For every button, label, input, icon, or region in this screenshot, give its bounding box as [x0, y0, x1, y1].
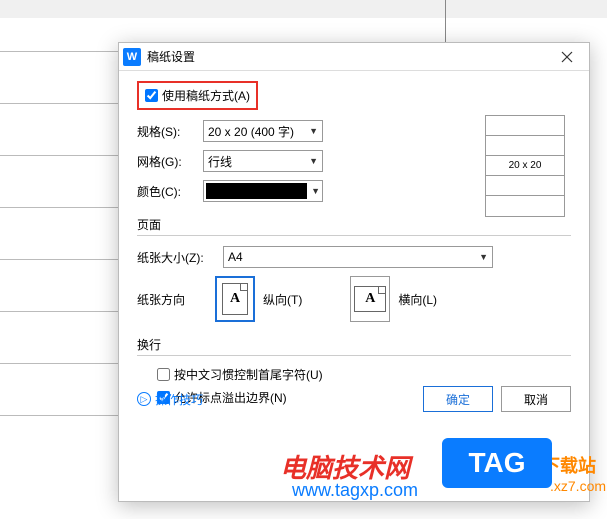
grid-select[interactable]: 行线 ▼	[203, 150, 323, 172]
tips-link[interactable]: ▷ 操作技巧	[137, 391, 203, 408]
chevron-down-icon: ▼	[311, 186, 320, 196]
grid-preview: 20 x 20	[485, 115, 565, 217]
orientation-label: 纸张方向	[137, 291, 197, 308]
wrap-cjk-input[interactable]	[157, 368, 170, 381]
grid-label: 网格(G):	[137, 153, 197, 170]
tag-badge: TAG	[442, 438, 552, 488]
paper-size-label: 纸张大小(Z):	[137, 249, 217, 266]
chevron-down-icon: ▼	[309, 156, 318, 166]
spec-select[interactable]: 20 x 20 (400 字) ▼	[203, 120, 323, 142]
grid-value: 行线	[208, 153, 232, 170]
landscape-option[interactable]: A	[350, 276, 390, 322]
portrait-option[interactable]: A	[215, 276, 255, 322]
ok-button[interactable]: 确定	[423, 386, 493, 412]
close-button[interactable]	[549, 44, 585, 70]
use-grid-paper-input[interactable]	[145, 89, 158, 102]
spec-value: 20 x 20 (400 字)	[208, 123, 294, 140]
grid-paper-settings-dialog: W 稿纸设置 使用稿纸方式(A) 规格(S): 20 x 20 (400 字) …	[118, 42, 590, 502]
paper-size-value: A4	[228, 250, 243, 264]
highlight-annotation: 使用稿纸方式(A)	[137, 81, 258, 110]
wrap-section-title: 换行	[137, 336, 571, 353]
color-select[interactable]: ▼	[203, 180, 323, 202]
cancel-button[interactable]: 取消	[501, 386, 571, 412]
use-grid-paper-label: 使用稿纸方式(A)	[162, 87, 250, 104]
preview-text: 20 x 20	[486, 156, 564, 176]
use-grid-paper-checkbox[interactable]: 使用稿纸方式(A)	[145, 87, 250, 104]
play-icon: ▷	[137, 392, 151, 406]
titlebar: W 稿纸设置	[119, 43, 589, 71]
chevron-down-icon: ▼	[479, 252, 488, 262]
dialog-title: 稿纸设置	[147, 48, 549, 65]
chevron-down-icon: ▼	[309, 126, 318, 136]
close-icon	[561, 51, 573, 63]
watermark-url1: www.tagxp.com	[292, 480, 418, 501]
tips-label: 操作技巧	[155, 391, 203, 408]
landscape-label: 横向(L)	[398, 291, 437, 308]
wrap-cjk-checkbox[interactable]: 按中文习惯控制首尾字符(U)	[157, 366, 571, 383]
page-section-title: 页面	[137, 216, 571, 233]
color-label: 颜色(C):	[137, 183, 197, 200]
portrait-label: 纵向(T)	[263, 291, 302, 308]
watermark-url2: .xz7.com	[550, 478, 606, 494]
spec-label: 规格(S):	[137, 123, 197, 140]
app-icon: W	[123, 48, 141, 66]
wrap-cjk-label: 按中文习惯控制首尾字符(U)	[174, 366, 323, 383]
paper-size-select[interactable]: A4 ▼	[223, 246, 493, 268]
color-swatch	[206, 183, 307, 199]
